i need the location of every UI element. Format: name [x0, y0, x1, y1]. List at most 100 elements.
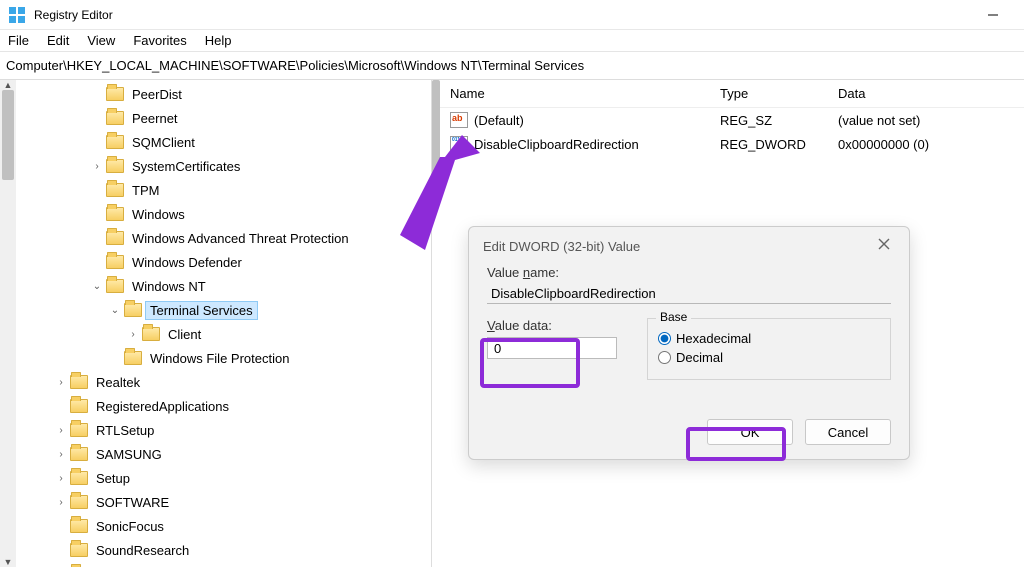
radio-decimal[interactable]: Decimal: [658, 350, 880, 365]
base-legend: Base: [656, 310, 691, 324]
folder-icon: [106, 135, 124, 149]
tree-item[interactable]: ›SAMSUNG: [18, 442, 431, 466]
tree-item[interactable]: ›SoundResearch: [18, 538, 431, 562]
value-name-input[interactable]: [487, 284, 891, 304]
tree-item-label: Windows Defender: [128, 254, 246, 271]
tree-item[interactable]: ›PeerDist: [18, 82, 431, 106]
tree-item[interactable]: ›Windows: [18, 202, 431, 226]
tree-item-label: Peernet: [128, 110, 182, 127]
base-group: Base Hexadecimal Decimal: [647, 318, 891, 380]
tree-item[interactable]: ›SQMClient: [18, 130, 431, 154]
tree-item[interactable]: ›SystemCertificates: [18, 154, 431, 178]
tree-item[interactable]: ›TPM: [18, 178, 431, 202]
list-scrollbar[interactable]: [432, 80, 440, 567]
menu-view[interactable]: View: [87, 33, 115, 48]
tree-item[interactable]: ›SRS Labs: [18, 562, 431, 567]
value-name: (Default): [474, 113, 524, 128]
radio-hexadecimal[interactable]: Hexadecimal: [658, 331, 880, 346]
chevron-right-icon[interactable]: ›: [54, 425, 68, 436]
menu-file[interactable]: File: [8, 33, 29, 48]
folder-icon: [106, 183, 124, 197]
folder-icon: [106, 159, 124, 173]
chevron-right-icon[interactable]: ›: [90, 161, 104, 172]
tree-item[interactable]: ›RegisteredApplications: [18, 394, 431, 418]
chevron-right-icon[interactable]: ›: [54, 377, 68, 388]
folder-icon: [124, 351, 142, 365]
scroll-down-icon[interactable]: ▼: [4, 557, 13, 567]
tree-item-label: PeerDist: [128, 86, 186, 103]
registry-tree[interactable]: ›PeerDist›Peernet›SQMClient›SystemCertif…: [0, 80, 431, 567]
tree-item[interactable]: ›Windows Defender: [18, 250, 431, 274]
folder-icon: [70, 423, 88, 437]
edit-dword-dialog: Edit DWORD (32-bit) Value Value name: Va…: [468, 226, 910, 460]
tree-item[interactable]: › RTLSetup: [18, 418, 431, 442]
value-type: REG_DWORD: [720, 137, 838, 152]
app-icon: [8, 6, 26, 24]
tree-item-label: SQMClient: [128, 134, 199, 151]
chevron-right-icon[interactable]: ›: [54, 449, 68, 460]
tree-item[interactable]: ›SonicFocus: [18, 514, 431, 538]
folder-icon: [70, 447, 88, 461]
folder-icon: [70, 375, 88, 389]
tree-item[interactable]: › Client: [18, 322, 431, 346]
tree-scrollbar[interactable]: ▲ ▼: [0, 80, 16, 567]
tree-item-label: RegisteredApplications: [92, 398, 233, 415]
list-header: Name Type Data: [432, 80, 1024, 108]
value-name-label: Value name:: [487, 265, 891, 280]
list-scroll-thumb[interactable]: [432, 80, 440, 200]
dialog-title: Edit DWORD (32-bit) Value: [483, 239, 877, 254]
tree-item[interactable]: ›Windows File Protection: [18, 346, 431, 370]
folder-icon: [70, 519, 88, 533]
chevron-right-icon[interactable]: ›: [54, 497, 68, 508]
menu-edit[interactable]: Edit: [47, 33, 69, 48]
tree-scroll-thumb[interactable]: [2, 90, 14, 180]
col-header-name[interactable]: Name: [450, 86, 720, 101]
window-title: Registry Editor: [34, 8, 970, 22]
tree-panel: ▲ ▼ ›PeerDist›Peernet›SQMClient›SystemCe…: [0, 80, 432, 567]
tree-item[interactable]: ›Windows Advanced Threat Protection: [18, 226, 431, 250]
dword-value-icon: [450, 136, 468, 152]
menu-favorites[interactable]: Favorites: [133, 33, 186, 48]
folder-icon: [106, 207, 124, 221]
tree-item[interactable]: ›Setup: [18, 466, 431, 490]
menu-help[interactable]: Help: [205, 33, 232, 48]
folder-icon: [70, 543, 88, 557]
tree-item[interactable]: › Realtek: [18, 370, 431, 394]
tree-item[interactable]: ⌄Windows NT: [18, 274, 431, 298]
chevron-right-icon[interactable]: ›: [126, 329, 140, 340]
list-row[interactable]: (Default)REG_SZ(value not set): [432, 108, 1024, 132]
folder-icon: [106, 87, 124, 101]
address-bar[interactable]: Computer\HKEY_LOCAL_MACHINE\SOFTWARE\Pol…: [0, 52, 1024, 80]
col-header-type[interactable]: Type: [720, 86, 838, 101]
dialog-close-button[interactable]: [877, 237, 895, 255]
value-data-input[interactable]: [487, 337, 617, 359]
folder-icon: [70, 471, 88, 485]
list-rows: (Default)REG_SZ(value not set)DisableCli…: [432, 108, 1024, 156]
address-text: Computer\HKEY_LOCAL_MACHINE\SOFTWARE\Pol…: [6, 58, 584, 73]
value-data: (value not set): [838, 113, 1024, 128]
cancel-button[interactable]: Cancel: [805, 419, 891, 445]
tree-item-label: SonicFocus: [92, 518, 168, 535]
folder-icon: [124, 303, 142, 317]
folder-icon: [106, 111, 124, 125]
chevron-down-icon[interactable]: ⌄: [108, 305, 122, 316]
minimize-button[interactable]: [970, 0, 1016, 30]
list-row[interactable]: DisableClipboardRedirection REG_DWORD0x00…: [432, 132, 1024, 156]
scroll-up-icon[interactable]: ▲: [4, 80, 13, 90]
tree-item-label: Realtek: [92, 374, 144, 391]
string-value-icon: [450, 112, 468, 128]
title-bar: Registry Editor: [0, 0, 1024, 30]
value-data: 0x00000000 (0): [838, 137, 1024, 152]
chevron-down-icon[interactable]: ⌄: [90, 281, 104, 292]
tree-item-label: RTLSetup: [92, 422, 158, 439]
menu-bar: File Edit View Favorites Help: [0, 30, 1024, 52]
col-header-data[interactable]: Data: [838, 86, 1024, 101]
tree-item[interactable]: ›Peernet: [18, 106, 431, 130]
tree-item[interactable]: ⌄Terminal Services: [18, 298, 431, 322]
tree-item-label: Client: [164, 326, 205, 343]
tree-item-label: Windows Advanced Threat Protection: [128, 230, 353, 247]
ok-button[interactable]: OK: [707, 419, 793, 445]
value-name: DisableClipboardRedirection: [474, 137, 639, 152]
chevron-right-icon[interactable]: ›: [54, 473, 68, 484]
tree-item[interactable]: ›SOFTWARE: [18, 490, 431, 514]
